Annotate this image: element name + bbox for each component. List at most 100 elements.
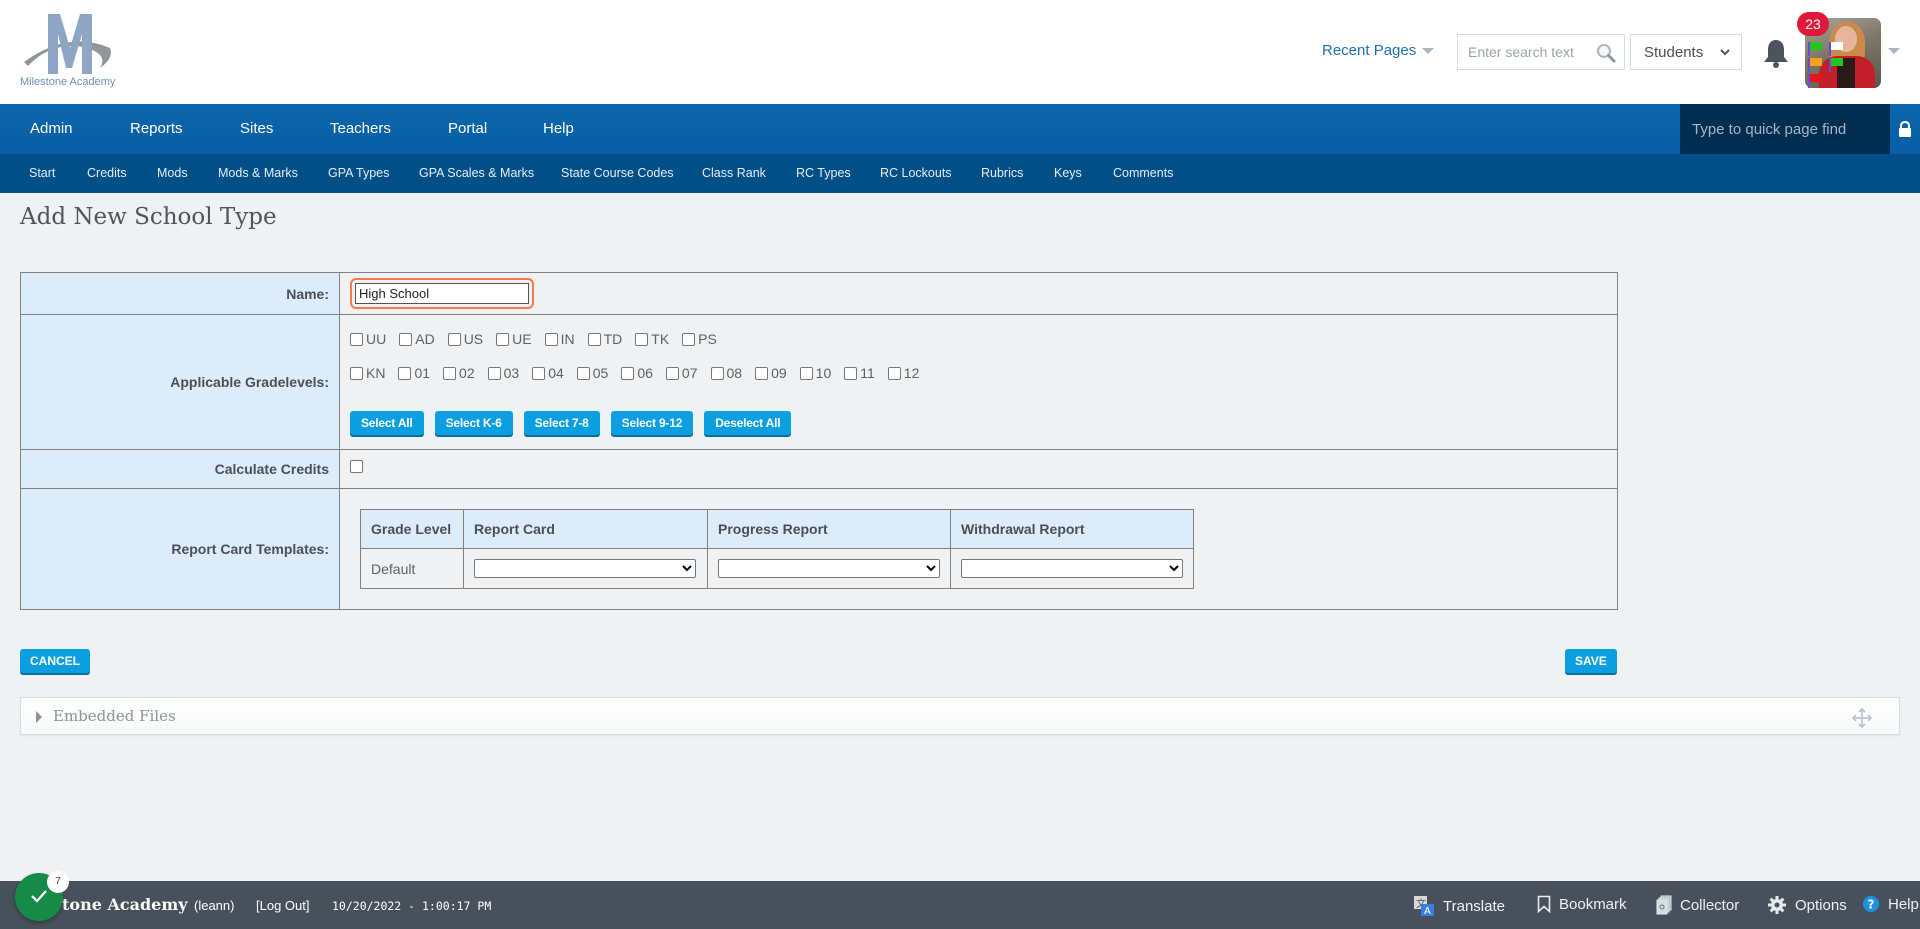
gradelevel-option-11[interactable]: 11 bbox=[844, 365, 875, 381]
subnav-rc-types[interactable]: RC Types bbox=[796, 166, 851, 180]
gradelevel-checkbox[interactable] bbox=[447, 332, 461, 346]
subnav-credits[interactable]: Credits bbox=[87, 166, 127, 180]
select-9-12-button[interactable]: Select 9-12 bbox=[610, 411, 694, 435]
recent-pages-dropdown[interactable]: Recent Pages bbox=[1322, 42, 1435, 59]
gradelevel-checkbox[interactable] bbox=[887, 366, 901, 380]
bookmark-button[interactable]: Bookmark bbox=[1537, 895, 1627, 913]
gradelevel-checkbox[interactable] bbox=[398, 366, 412, 380]
nav-reports[interactable]: Reports bbox=[130, 120, 183, 137]
expand-triangle-icon[interactable] bbox=[36, 711, 42, 723]
gradelevel-option-ps[interactable]: PS bbox=[682, 331, 717, 347]
gradelevel-checkbox[interactable] bbox=[532, 366, 546, 380]
user-menu-caret-icon[interactable] bbox=[1888, 48, 1900, 54]
gradelevel-checkbox[interactable] bbox=[487, 366, 501, 380]
search-icon[interactable] bbox=[1596, 43, 1616, 63]
gradelevel-checkbox[interactable] bbox=[665, 366, 679, 380]
subnav-class-rank[interactable]: Class Rank bbox=[702, 166, 766, 180]
gradelevel-checkbox[interactable] bbox=[350, 366, 363, 380]
gradelevel-checkbox[interactable] bbox=[544, 332, 558, 346]
notification-count-badge[interactable]: 23 bbox=[1797, 12, 1829, 36]
nav-portal[interactable]: Portal bbox=[448, 120, 487, 137]
gradelevel-checkbox[interactable] bbox=[350, 332, 363, 346]
gradelevel-option-03[interactable]: 03 bbox=[487, 365, 519, 381]
select-all-button[interactable]: Select All bbox=[350, 411, 424, 435]
gradelevel-checkbox[interactable] bbox=[399, 332, 413, 346]
subnav-gpa-types[interactable]: GPA Types bbox=[328, 166, 389, 180]
move-icon[interactable] bbox=[1851, 707, 1873, 729]
search-scope-select[interactable]: Students bbox=[1630, 34, 1742, 70]
withdrawal-report-select[interactable] bbox=[961, 559, 1183, 578]
form-row-calculate-credits: Calculate Credits bbox=[20, 449, 1618, 489]
gradelevel-option-04[interactable]: 04 bbox=[532, 365, 564, 381]
gradelevel-option-05[interactable]: 05 bbox=[576, 365, 609, 381]
collector-button[interactable]: Collector bbox=[1656, 895, 1739, 915]
cancel-button[interactable]: CANCEL bbox=[20, 649, 90, 673]
notification-bell-icon[interactable] bbox=[1762, 38, 1790, 68]
gradelevel-checkbox[interactable] bbox=[496, 332, 510, 346]
subnav-mods[interactable]: Mods bbox=[157, 166, 188, 180]
name-input[interactable] bbox=[355, 283, 529, 304]
gradelevel-option-td[interactable]: TD bbox=[587, 331, 622, 347]
gradelevels-label: Applicable Gradelevels: bbox=[20, 314, 340, 450]
gradelevel-option-ad[interactable]: AD bbox=[399, 331, 435, 347]
search-input[interactable] bbox=[1458, 43, 1588, 61]
translate-button[interactable]: 文 A Translate bbox=[1413, 895, 1505, 917]
gradelevel-option-07[interactable]: 07 bbox=[665, 365, 698, 381]
options-button[interactable]: Options bbox=[1767, 895, 1847, 915]
footer-bar: tone Academy (leann) [Log Out] 10/20/202… bbox=[0, 881, 1920, 929]
deselect-all-button[interactable]: Deselect All bbox=[704, 411, 792, 435]
gradelevel-option-09[interactable]: 09 bbox=[755, 365, 787, 381]
gradelevel-option-tk[interactable]: TK bbox=[635, 331, 669, 347]
nav-sites[interactable]: Sites bbox=[240, 120, 273, 137]
gradelevel-option-10[interactable]: 10 bbox=[799, 365, 831, 381]
help-button[interactable]: ? Help bbox=[1862, 895, 1919, 913]
embedded-files-panel[interactable]: Embedded Files bbox=[20, 697, 1900, 735]
gradelevel-checkbox[interactable] bbox=[587, 332, 601, 346]
gradelevel-option-ue[interactable]: UE bbox=[496, 331, 532, 347]
gradelevel-checkbox[interactable] bbox=[443, 366, 457, 380]
select-7-8-button[interactable]: Select 7-8 bbox=[523, 411, 600, 435]
save-button[interactable]: SAVE bbox=[1565, 649, 1617, 673]
subnav-keys[interactable]: Keys bbox=[1054, 166, 1082, 180]
bookmark-icon bbox=[1537, 895, 1551, 913]
sub-nav: Start Credits Mods Mods & Marks GPA Type… bbox=[0, 154, 1920, 193]
subnav-mods-marks[interactable]: Mods & Marks bbox=[218, 166, 298, 180]
gradelevel-checkbox[interactable] bbox=[844, 366, 858, 380]
gradelevel-checkbox[interactable] bbox=[621, 366, 635, 380]
gradelevel-option-us[interactable]: US bbox=[447, 331, 483, 347]
gradelevel-checkbox[interactable] bbox=[576, 366, 590, 380]
gradelevel-label: 05 bbox=[592, 365, 609, 381]
gradelevel-checkbox[interactable] bbox=[710, 366, 724, 380]
quick-find-input[interactable] bbox=[1690, 119, 1880, 139]
gradelevel-checkbox[interactable] bbox=[799, 366, 813, 380]
calculate-credits-checkbox[interactable] bbox=[350, 460, 363, 473]
subnav-rubrics[interactable]: Rubrics bbox=[981, 166, 1023, 180]
gradelevel-option-kn[interactable]: KN bbox=[350, 365, 385, 381]
report-card-select[interactable] bbox=[474, 559, 696, 578]
subnav-gpa-scales-marks[interactable]: GPA Scales & Marks bbox=[419, 166, 534, 180]
gradelevel-checkbox[interactable] bbox=[682, 332, 696, 346]
gradelevel-checkbox[interactable] bbox=[635, 332, 649, 346]
progress-report-select[interactable] bbox=[718, 559, 940, 578]
lock-icon[interactable] bbox=[1898, 121, 1912, 137]
subnav-rc-lockouts[interactable]: RC Lockouts bbox=[880, 166, 952, 180]
nav-admin[interactable]: Admin bbox=[30, 120, 73, 137]
gradelevel-label: KN bbox=[366, 365, 386, 381]
gradelevel-option-06[interactable]: 06 bbox=[621, 365, 653, 381]
nav-teachers[interactable]: Teachers bbox=[330, 120, 391, 137]
gradelevel-checkbox[interactable] bbox=[755, 366, 769, 380]
gradelevel-option-in[interactable]: IN bbox=[544, 331, 575, 347]
gradelevel-label: 09 bbox=[771, 365, 787, 381]
subnav-state-course-codes[interactable]: State Course Codes bbox=[561, 166, 674, 180]
subnav-start[interactable]: Start bbox=[29, 166, 55, 180]
subnav-comments[interactable]: Comments bbox=[1113, 166, 1173, 180]
logout-link[interactable]: [Log Out] bbox=[256, 898, 309, 913]
gradelevel-option-01[interactable]: 01 bbox=[398, 365, 430, 381]
gradelevel-option-uu[interactable]: UU bbox=[350, 331, 386, 347]
quick-find bbox=[1680, 104, 1890, 154]
nav-help[interactable]: Help bbox=[543, 120, 574, 137]
gradelevel-option-02[interactable]: 02 bbox=[443, 365, 475, 381]
gradelevel-option-12[interactable]: 12 bbox=[887, 365, 919, 381]
gradelevel-option-08[interactable]: 08 bbox=[710, 365, 742, 381]
select-k6-button[interactable]: Select K-6 bbox=[434, 411, 513, 435]
